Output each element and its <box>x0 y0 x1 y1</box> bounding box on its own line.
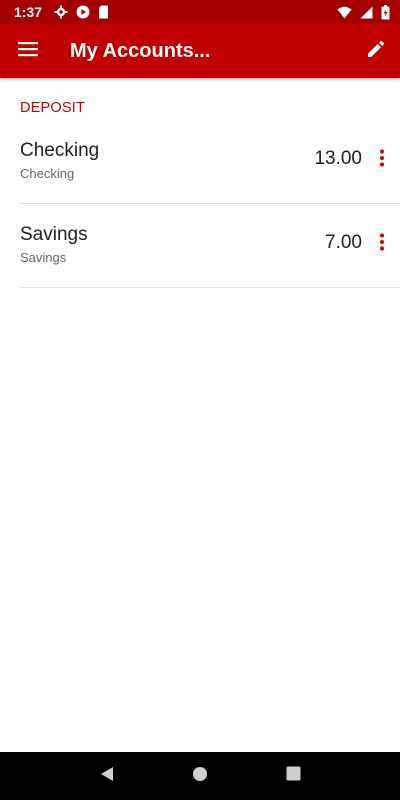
menu-button[interactable] <box>0 24 56 78</box>
battery-icon <box>381 4 390 20</box>
account-balance: 13.00 <box>314 148 362 169</box>
recents-icon <box>286 766 301 786</box>
section-header-deposit: DEPOSIT <box>20 100 86 116</box>
signal-icon <box>360 6 373 19</box>
account-type: Checking <box>20 166 75 181</box>
more-options-button[interactable] <box>370 144 394 176</box>
account-row-savings[interactable]: Savings Savings 7.00 <box>20 204 400 288</box>
app-title: My Accounts... <box>70 39 211 62</box>
recents-button[interactable] <box>273 756 313 796</box>
status-time: 1:37 <box>14 4 43 20</box>
more-options-button[interactable] <box>370 228 394 260</box>
home-button[interactable] <box>180 756 220 796</box>
back-button[interactable] <box>87 756 127 796</box>
account-name: Savings <box>20 224 88 245</box>
settings-icon <box>54 5 68 19</box>
more-vert-icon <box>379 149 385 172</box>
account-name: Checking <box>20 140 100 161</box>
app-bar: My Accounts... <box>0 24 400 78</box>
divider <box>20 287 400 288</box>
pencil-icon <box>366 39 386 64</box>
play-icon <box>76 5 90 19</box>
screen: 1:37 My Accounts... DEPOSIT Checking Che… <box>0 0 400 800</box>
wifi-icon <box>337 6 352 19</box>
account-type: Savings <box>20 250 67 265</box>
hamburger-menu-icon <box>18 41 38 62</box>
account-row-checking[interactable]: Checking Checking 13.00 <box>20 120 400 204</box>
sd-card-icon <box>98 5 109 19</box>
navigation-bar <box>0 752 400 800</box>
account-balance: 7.00 <box>325 232 362 253</box>
status-bar: 1:37 <box>0 0 400 24</box>
status-left-icons <box>54 5 109 19</box>
more-vert-icon <box>379 233 385 256</box>
home-icon <box>192 766 208 787</box>
edit-button[interactable] <box>352 24 400 78</box>
back-icon <box>99 766 115 787</box>
status-right-icons <box>337 4 390 20</box>
